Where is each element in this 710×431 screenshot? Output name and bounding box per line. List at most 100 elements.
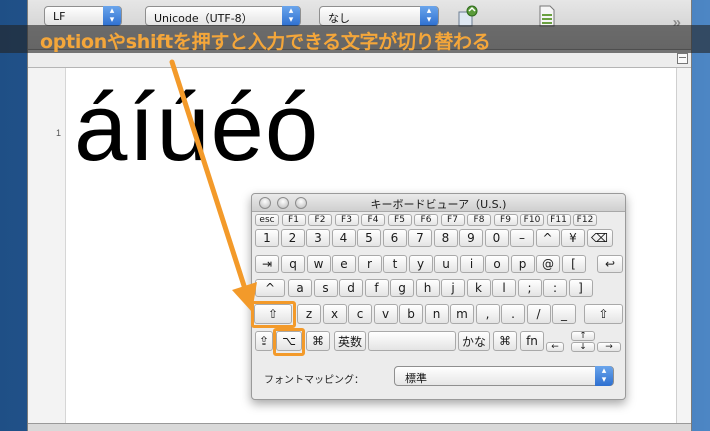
- key[interactable]: z: [297, 304, 321, 324]
- font-mapping-select[interactable]: 標準 ▴ ▾: [394, 366, 614, 386]
- key[interactable]: 2: [280, 229, 305, 247]
- key[interactable]: .: [501, 304, 525, 324]
- key[interactable]: F12: [573, 214, 597, 226]
- key[interactable]: a: [288, 279, 312, 297]
- key[interactable]: ⇥: [255, 255, 279, 273]
- third-popup-value: なし: [328, 12, 350, 25]
- encoding-value: Unicode（UTF-8）: [154, 12, 253, 25]
- key[interactable]: f: [364, 279, 389, 297]
- key[interactable]: F8: [467, 214, 491, 226]
- key[interactable]: m: [450, 304, 474, 324]
- key[interactable]: 5: [357, 229, 381, 247]
- key[interactable]: u: [434, 255, 458, 273]
- line-number-gutter: 1: [28, 68, 66, 424]
- key[interactable]: 9: [459, 229, 483, 247]
- key[interactable]: d: [339, 279, 363, 297]
- key[interactable]: ,: [475, 304, 500, 324]
- key[interactable]: w: [306, 255, 331, 273]
- key[interactable]: F2: [308, 214, 332, 226]
- key[interactable]: y: [408, 255, 433, 273]
- key[interactable]: ]: [568, 279, 593, 297]
- vertical-scrollbar[interactable]: [676, 68, 691, 424]
- key[interactable]: ^: [255, 279, 285, 297]
- key[interactable]: 3: [306, 229, 330, 247]
- encoding-popup[interactable]: Unicode（UTF-8） ▴ ▾: [145, 6, 301, 26]
- key[interactable]: j: [441, 279, 465, 297]
- key[interactable]: h: [415, 279, 440, 297]
- key[interactable]: o: [485, 255, 509, 273]
- chevron-updown-icon: ▴ ▾: [103, 6, 121, 26]
- key[interactable]: ←: [546, 342, 564, 352]
- keyboard-viewer-window: キーボードビューア（U.S.) esc F1 F2 F3 F4 F5 F6 F7 F8 F9 F10…: [251, 193, 626, 400]
- key[interactable]: ↑: [571, 331, 595, 341]
- caption-banner: optionやshiftを押すと入力できる文字が切り替わる: [0, 25, 710, 53]
- key[interactable]: p: [510, 255, 535, 273]
- third-popup[interactable]: なし ▴ ▾: [319, 6, 439, 26]
- key[interactable]: i: [459, 255, 484, 273]
- key[interactable]: 7: [408, 229, 432, 247]
- key[interactable]: esc: [255, 214, 279, 226]
- key[interactable]: ⇧: [584, 304, 623, 324]
- chevron-updown-icon: ▴ ▾: [282, 6, 300, 26]
- editor-text[interactable]: áíúéó: [74, 68, 319, 188]
- key[interactable]: [: [561, 255, 586, 273]
- key[interactable]: ⌘: [493, 331, 517, 351]
- line-ending-value: LF: [53, 10, 66, 23]
- key[interactable]: b: [399, 304, 423, 324]
- key[interactable]: k: [466, 279, 491, 297]
- key[interactable]: g: [390, 279, 414, 297]
- chevron-updown-icon: ▴ ▾: [420, 6, 438, 26]
- option-highlight: [273, 328, 305, 356]
- font-mapping-label: フォントマッピング：: [264, 375, 364, 386]
- key[interactable]: F7: [440, 214, 465, 226]
- line-ending-popup[interactable]: LF ▴ ▾: [44, 6, 122, 26]
- split-view-icon[interactable]: [677, 53, 688, 64]
- key[interactable]: F4: [361, 214, 385, 226]
- key[interactable]: 4: [331, 229, 356, 247]
- key[interactable]: →: [597, 342, 621, 352]
- key[interactable]: fn: [520, 331, 544, 351]
- caption-text: optionやshiftを押すと入力できる文字が切り替わる: [40, 31, 491, 53]
- key[interactable]: F1: [281, 214, 306, 226]
- key[interactable]: n: [424, 304, 449, 324]
- key[interactable]: F9: [493, 214, 518, 226]
- key[interactable]: ↩: [597, 255, 623, 273]
- line-number: 1: [55, 128, 61, 138]
- key[interactable]: t: [383, 255, 407, 273]
- key[interactable]: ¥: [561, 229, 585, 247]
- key[interactable]: e: [332, 255, 356, 273]
- key[interactable]: x: [322, 304, 347, 324]
- key[interactable]: ⌫: [586, 229, 613, 247]
- key[interactable]: かな: [458, 331, 490, 351]
- key[interactable]: v: [373, 304, 398, 324]
- key[interactable]: F6: [414, 214, 438, 226]
- key[interactable]: ^: [535, 229, 560, 247]
- key[interactable]: –: [510, 229, 534, 247]
- font-mapping-value: 標準: [405, 372, 427, 385]
- key[interactable]: F11: [546, 214, 571, 226]
- key[interactable]: _: [552, 304, 576, 324]
- key[interactable]: 6: [382, 229, 407, 247]
- key[interactable]: 0: [484, 229, 509, 247]
- key[interactable]: F5: [387, 214, 412, 226]
- key[interactable]: ;: [517, 279, 542, 297]
- key[interactable]: q: [281, 255, 305, 273]
- key[interactable]: [368, 331, 456, 351]
- key[interactable]: :: [543, 279, 567, 297]
- key[interactable]: 1: [255, 229, 279, 247]
- key[interactable]: F3: [334, 214, 359, 226]
- key[interactable]: ⇪: [255, 331, 273, 351]
- key[interactable]: @: [536, 255, 560, 273]
- key[interactable]: 8: [433, 229, 458, 247]
- shift-highlight: [251, 301, 296, 328]
- chevron-updown-icon: ▴ ▾: [595, 366, 613, 386]
- key[interactable]: l: [492, 279, 516, 297]
- key[interactable]: r: [357, 255, 382, 273]
- key[interactable]: c: [348, 304, 372, 324]
- key[interactable]: F10: [520, 214, 544, 226]
- key[interactable]: ↓: [571, 342, 595, 352]
- key[interactable]: s: [313, 279, 338, 297]
- key[interactable]: /: [526, 304, 551, 324]
- key[interactable]: ⌘: [306, 331, 330, 351]
- key[interactable]: 英数: [334, 331, 366, 351]
